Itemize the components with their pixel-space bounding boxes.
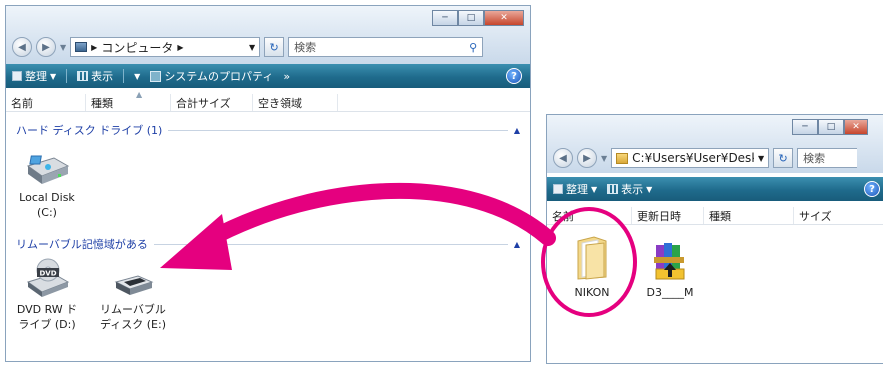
- highlight-circle: [541, 207, 637, 317]
- highlight-overlay: [160, 183, 637, 317]
- drag-arrow-head: [160, 214, 232, 270]
- drag-arrow-shaft: [200, 183, 556, 248]
